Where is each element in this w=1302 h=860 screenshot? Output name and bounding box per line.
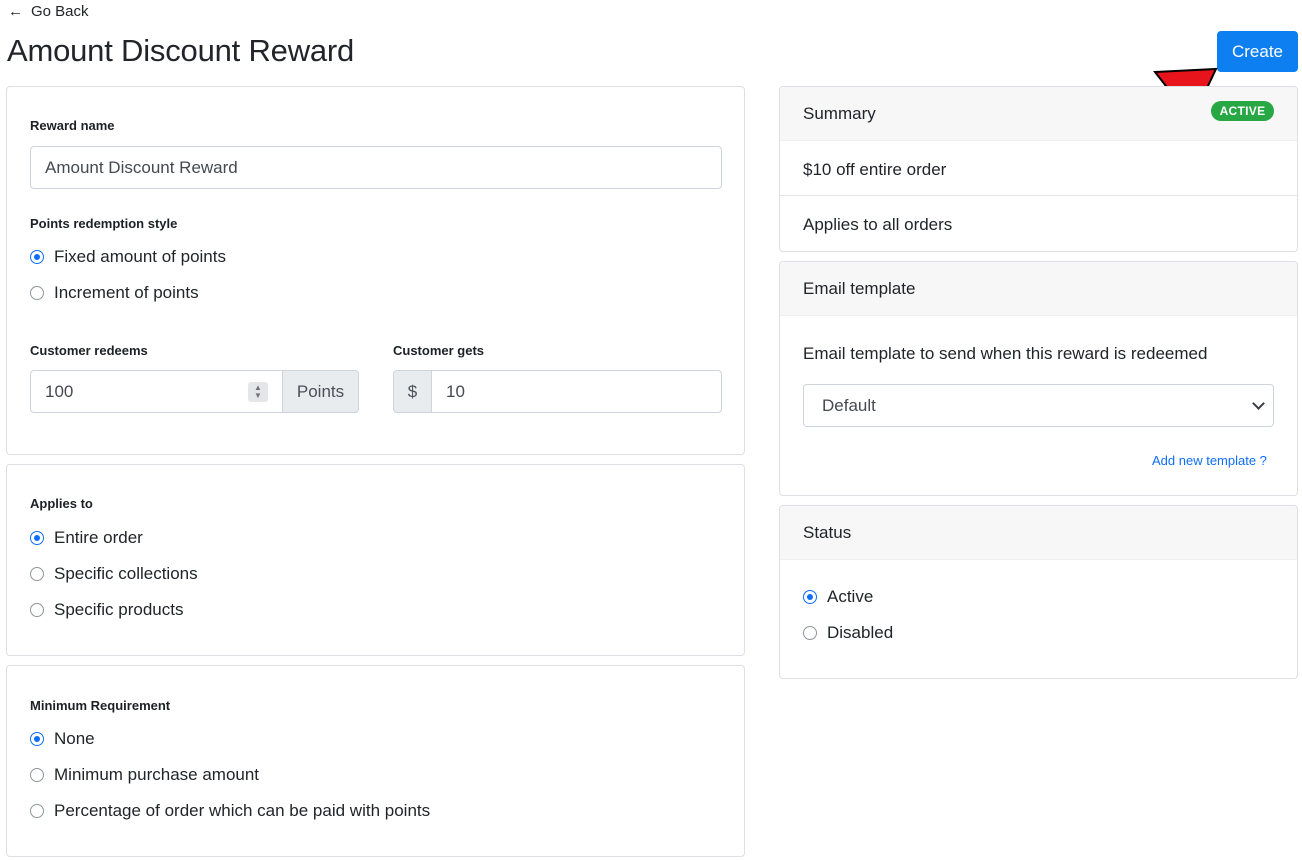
redemption-style-label: Points redemption style bbox=[30, 216, 178, 231]
points-unit-addon: Points bbox=[282, 370, 359, 413]
radio-label: Minimum purchase amount bbox=[54, 765, 260, 784]
summary-line: Applies to all orders bbox=[803, 215, 953, 234]
radio-button[interactable] bbox=[30, 286, 44, 300]
go-back-label: Go Back bbox=[31, 3, 89, 20]
page-title: Amount Discount Reward bbox=[7, 33, 355, 68]
radio-label: Disabled bbox=[827, 623, 894, 642]
radio-increment[interactable]: Increment of points bbox=[30, 283, 199, 303]
radio-fixed-amount[interactable]: Fixed amount of points bbox=[30, 247, 226, 267]
discount-amount-value: 10 bbox=[446, 381, 465, 401]
points-input[interactable]: 100 bbox=[30, 370, 283, 413]
radio-label: Specific products bbox=[54, 600, 184, 619]
minimum-requirement-card bbox=[6, 665, 745, 857]
reward-name-input[interactable]: Amount Discount Reward bbox=[30, 146, 722, 189]
discount-amount-input[interactable]: 10 bbox=[431, 370, 722, 413]
currency-addon: $ bbox=[393, 370, 432, 413]
email-template-title: Email template bbox=[803, 278, 916, 298]
reward-name-label: Reward name bbox=[30, 118, 115, 133]
radio-button[interactable] bbox=[30, 567, 44, 581]
arrow-left-icon: ← bbox=[8, 3, 23, 20]
customer-redeems-label: Customer redeems bbox=[30, 343, 148, 358]
applies-to-label: Applies to bbox=[30, 496, 93, 511]
radio-button[interactable] bbox=[30, 603, 44, 617]
radio-button[interactable] bbox=[30, 732, 44, 746]
email-template-description: Email template to send when this reward … bbox=[803, 344, 1208, 363]
radio-none[interactable]: None bbox=[30, 729, 95, 749]
minimum-requirement-label: Minimum Requirement bbox=[30, 698, 171, 713]
email-template-select[interactable]: Default bbox=[803, 384, 1274, 427]
radio-specific-collections[interactable]: Specific collections bbox=[30, 564, 198, 584]
radio-label: Specific collections bbox=[54, 564, 198, 583]
divider bbox=[780, 195, 1297, 196]
status-header: Status bbox=[780, 506, 1297, 560]
radio-status-active[interactable]: Active bbox=[803, 587, 873, 607]
number-stepper-icon[interactable]: ▲ ▼ bbox=[248, 382, 268, 402]
radio-button[interactable] bbox=[30, 768, 44, 782]
radio-label: Entire order bbox=[54, 528, 143, 547]
summary-title: Summary bbox=[803, 103, 876, 123]
status-title: Status bbox=[803, 522, 852, 542]
points-value: 100 bbox=[45, 381, 74, 401]
radio-status-disabled[interactable]: Disabled bbox=[803, 623, 893, 643]
radio-label: Increment of points bbox=[54, 283, 199, 302]
go-back-link[interactable]: ← Go Back bbox=[8, 3, 89, 20]
radio-button[interactable] bbox=[30, 250, 44, 264]
reward-name-value: Amount Discount Reward bbox=[45, 157, 238, 177]
radio-entire-order[interactable]: Entire order bbox=[30, 528, 143, 548]
selected-template: Default bbox=[822, 395, 876, 415]
radio-label: Percentage of order which can be paid wi… bbox=[54, 801, 431, 820]
radio-minimum-purchase[interactable]: Minimum purchase amount bbox=[30, 765, 259, 785]
radio-button[interactable] bbox=[803, 590, 817, 604]
radio-button[interactable] bbox=[30, 804, 44, 818]
radio-button[interactable] bbox=[803, 626, 817, 640]
add-new-template-link[interactable]: Add new template ? bbox=[1152, 453, 1267, 468]
radio-percentage-points[interactable]: Percentage of order which can be paid wi… bbox=[30, 801, 430, 821]
radio-label: Fixed amount of points bbox=[54, 247, 226, 266]
radio-button[interactable] bbox=[30, 531, 44, 545]
status-badge: ACTIVE bbox=[1211, 101, 1274, 121]
email-template-header: Email template bbox=[780, 262, 1297, 316]
radio-label: None bbox=[54, 729, 95, 748]
chevron-down-icon bbox=[1252, 397, 1265, 410]
radio-specific-products[interactable]: Specific products bbox=[30, 600, 183, 620]
summary-line: $10 off entire order bbox=[803, 160, 947, 179]
applies-to-card bbox=[6, 464, 745, 656]
radio-label: Active bbox=[827, 587, 874, 606]
customer-gets-label: Customer gets bbox=[393, 343, 485, 358]
create-button[interactable]: Create bbox=[1217, 31, 1298, 72]
